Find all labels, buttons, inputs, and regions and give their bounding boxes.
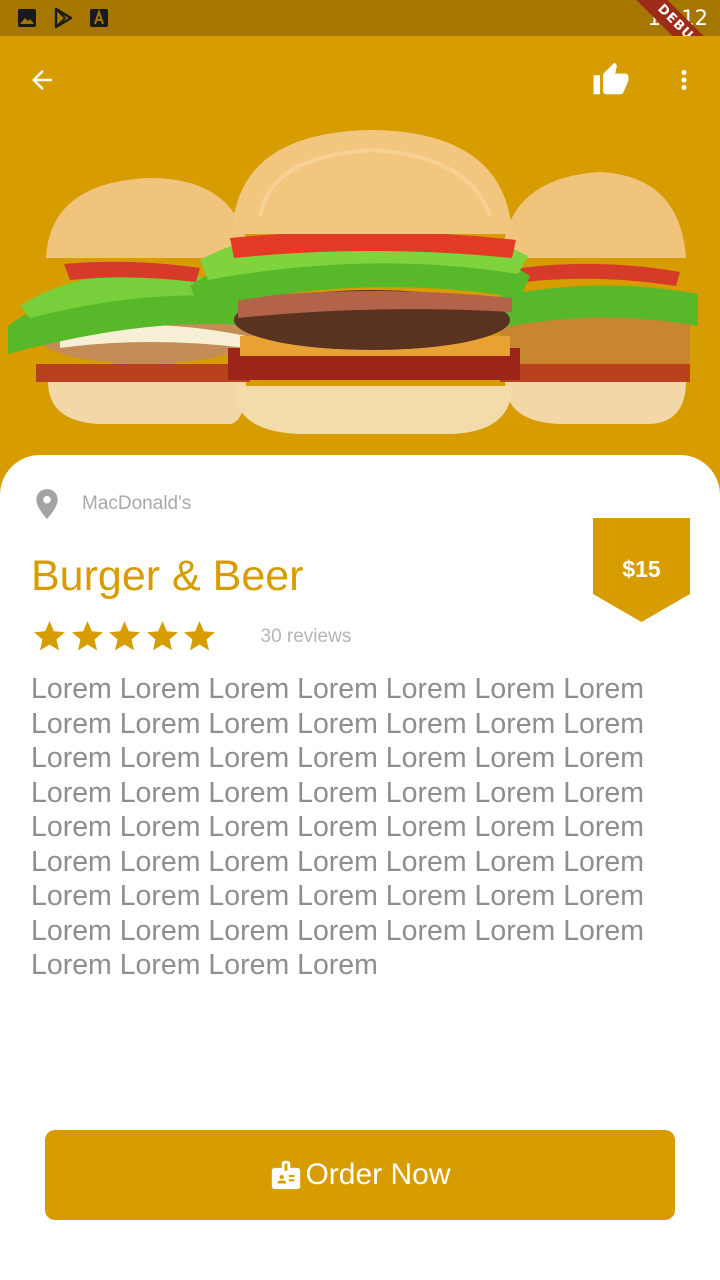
hero-image xyxy=(0,36,720,496)
location-pin-icon xyxy=(36,489,58,519)
font-icon xyxy=(90,8,108,27)
more-vert-icon xyxy=(681,70,687,90)
like-button[interactable] xyxy=(589,58,633,102)
arrow-back-icon xyxy=(32,70,52,90)
badge-icon xyxy=(272,1160,301,1190)
rating-row: 30 reviews xyxy=(31,618,351,655)
price-label: $15 xyxy=(622,556,661,582)
image-icon xyxy=(18,9,36,27)
burger-right xyxy=(500,172,698,424)
reviews-count: 30 reviews xyxy=(260,625,352,647)
star-icon xyxy=(34,621,65,651)
star-icon xyxy=(146,621,178,651)
star-icon xyxy=(184,621,215,651)
more-options-button[interactable] xyxy=(662,58,706,102)
order-now-button[interactable]: Order Now xyxy=(45,1130,675,1220)
burger-center xyxy=(190,130,530,434)
status-bar: 12:12 xyxy=(0,0,720,36)
location-row: MacDonald's xyxy=(34,488,191,520)
star-icon xyxy=(71,621,103,651)
price-tag: $15 xyxy=(593,518,690,622)
product-title: Burger & Beer xyxy=(31,552,304,600)
order-now-label: Order Now xyxy=(305,1158,451,1191)
detail-card: MacDonald's $15 Burger & Beer 30 reviews… xyxy=(0,455,720,1280)
back-button[interactable] xyxy=(20,58,64,102)
thumb-up-icon xyxy=(593,62,629,95)
product-description: Lorem Lorem Lorem Lorem Lorem Lorem Lore… xyxy=(31,673,644,981)
burgers-photo xyxy=(8,130,698,434)
star-icon xyxy=(109,621,140,651)
play-store-icon xyxy=(54,8,73,28)
restaurant-name: MacDonald's xyxy=(82,493,192,514)
